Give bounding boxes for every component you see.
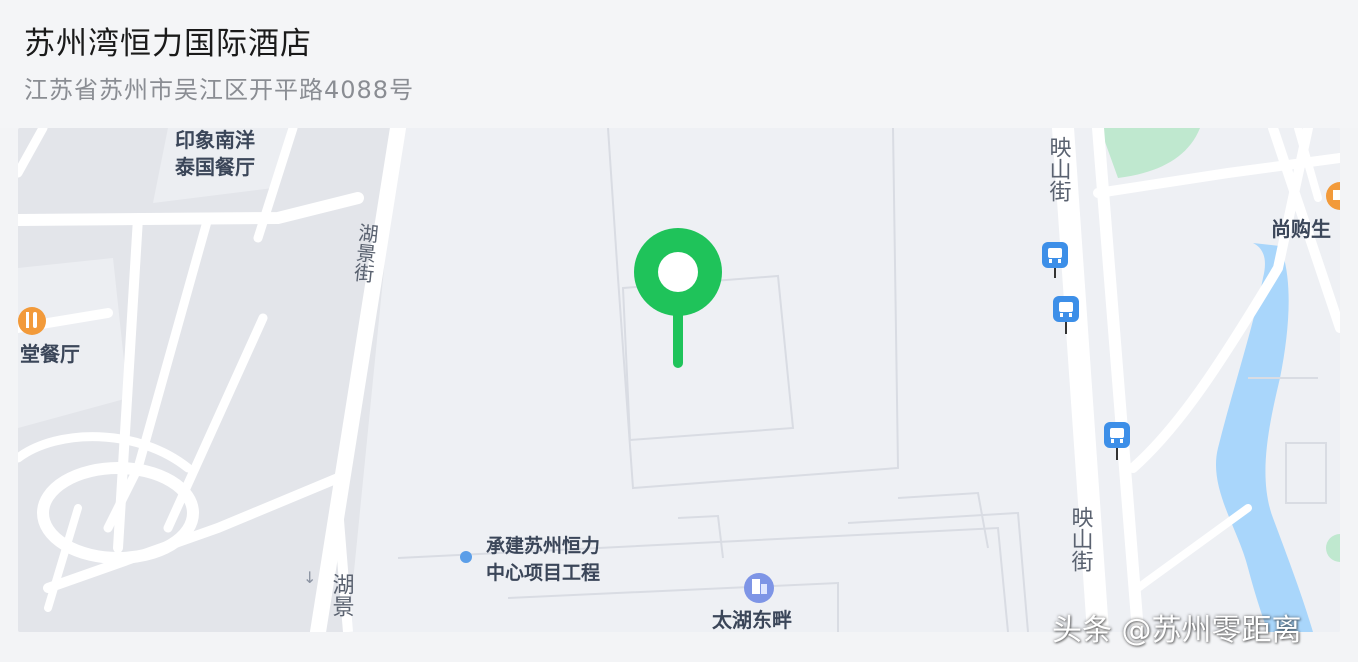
building-icon[interactable] xyxy=(744,573,774,603)
poi-label: 承建苏州恒力 xyxy=(486,534,600,557)
restaurant-icon[interactable] xyxy=(18,307,46,335)
poi-label: 中心项目工程 xyxy=(486,561,600,584)
poi-label: 印象南洋 xyxy=(175,128,255,152)
place-header: 苏州湾恒力国际酒店 江苏省苏州市吴江区开平路4088号 xyxy=(0,0,1358,128)
map-canvas[interactable]: ↓ 印象南洋 泰国餐厅 堂餐厅 湖景街 湖景 映山街 映山街 尚购生 承建苏州恒… xyxy=(18,128,1340,632)
poi-label: 泰国餐厅 xyxy=(174,155,255,179)
street-label: 映山街 xyxy=(1046,136,1072,202)
poi-label: 太湖东畔 xyxy=(712,608,792,632)
poi-label: 堂餐厅 xyxy=(20,342,80,366)
svg-text:↓: ↓ xyxy=(303,568,316,587)
place-title: 苏州湾恒力国际酒店 xyxy=(24,26,312,62)
poi-dot[interactable] xyxy=(460,551,472,563)
map-view[interactable]: ↓ 印象南洋 泰国餐厅 堂餐厅 湖景街 湖景 映山街 映山街 尚购生 承建苏州恒… xyxy=(18,128,1340,632)
place-address: 江苏省苏州市吴江区开平路4088号 xyxy=(24,76,415,104)
street-label: 湖景 xyxy=(329,573,355,617)
poi-label: 尚购生 xyxy=(1271,217,1331,241)
street-label: 映山街 xyxy=(1068,506,1094,572)
watermark: 头条 @苏州零距离 xyxy=(1052,613,1302,648)
